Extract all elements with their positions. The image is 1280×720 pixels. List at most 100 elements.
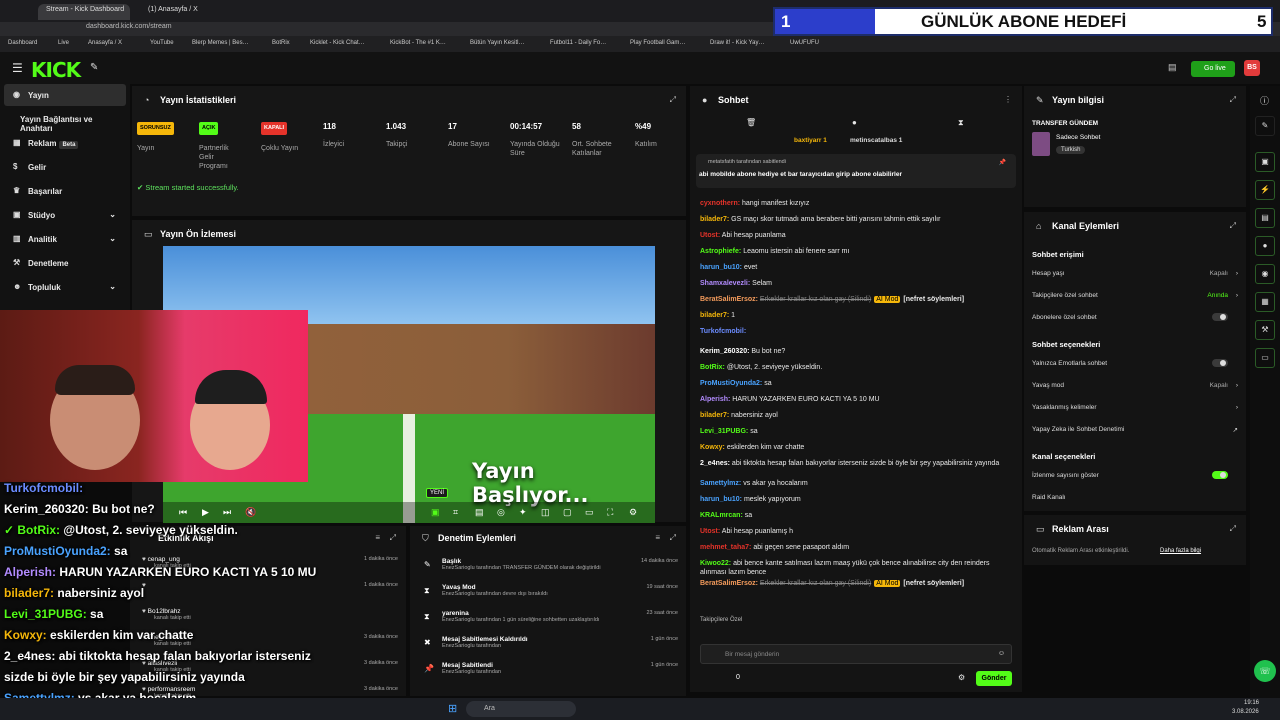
chat-username[interactable]: BeratSalimErsoz: — [700, 296, 758, 303]
chat-message[interactable]: bilader7: GS maçı skor tutmadı ama berab… — [700, 215, 1016, 224]
chat-username[interactable]: bilader7: — [700, 312, 729, 319]
toggle-switch[interactable] — [1212, 471, 1228, 479]
rail-button-8[interactable]: ▭ — [1255, 348, 1275, 368]
expand-icon[interactable]: ⤢ — [1230, 95, 1236, 105]
tab-x-home[interactable]: (1) Anasayfa / X — [140, 4, 230, 20]
sidebar-item-achievements[interactable]: ♛ Başarılar — [4, 180, 126, 202]
more-icon[interactable]: ⋮ — [1004, 95, 1012, 104]
chat-username[interactable]: Kowxy: — [700, 444, 725, 451]
screenshot-icon[interactable]: ▢ — [563, 507, 572, 518]
bookmark-item[interactable]: Bütün Yayın Kesitl… — [470, 40, 524, 46]
chat-message[interactable]: cyxnothern: hangi manifest kızıyız — [700, 199, 1016, 208]
bookmark-item[interactable]: Kicklet - Kick Chat… — [310, 40, 365, 46]
tab-kick-dashboard[interactable]: Stream - Kick Dashboard — [38, 4, 130, 20]
toggle-switch[interactable] — [1212, 359, 1228, 367]
fullscreen-icon[interactable]: ⛶ — [607, 507, 613, 518]
sidebar-item-community[interactable]: ☻ Topluluk ⌄ — [4, 276, 126, 298]
pin-icon[interactable]: ✎ — [90, 62, 98, 73]
setting-row[interactable]: Raid Kanalı — [1032, 494, 1238, 501]
chat-username[interactable]: ProMustiOyunda2: — [700, 380, 762, 387]
sparkle-icon[interactable]: ✦ — [519, 507, 527, 518]
chat-username[interactable]: Alperish: — [700, 396, 730, 403]
chat-message[interactable]: Levi_31PUBG: sa — [700, 427, 1016, 436]
chat-message[interactable]: Astrophiefe: Leaomu istersin abi fenere … — [700, 247, 1016, 256]
kick-logo[interactable]: KICK — [31, 58, 81, 82]
send-button[interactable]: Gönder — [976, 671, 1012, 686]
bookmark-item[interactable]: Futbol11 - Daily Fo… — [550, 40, 606, 46]
taskbar-search[interactable]: Ara — [466, 701, 576, 717]
sidebar-item-stream-key[interactable]: Yayın Bağlantısı ve Anahtarı — [4, 108, 126, 133]
crop-icon[interactable]: ⌗ — [453, 507, 458, 518]
avatar[interactable]: BS — [1244, 60, 1260, 76]
chat-message[interactable]: KRALmrcan: sa — [700, 511, 1016, 520]
chat-message[interactable]: BeratSalimErsoz: Erkekler krallar kız ol… — [700, 579, 1016, 588]
sidebar-item-studio[interactable]: ▣ Stüdyo ⌄ — [4, 204, 126, 226]
sidebar-item-moderation[interactable]: ⚒ Denetleme — [4, 252, 126, 274]
clip-icon[interactable]: ▣ — [431, 507, 440, 518]
trash-icon[interactable]: 🗑 — [746, 118, 756, 127]
filter-icon[interactable]: ≡ — [655, 533, 660, 542]
chat-message[interactable]: bilader7: nabersiniz ayol — [700, 411, 1016, 420]
external-link-icon[interactable]: ↗ — [1233, 426, 1238, 434]
rail-button-7[interactable]: ⚒ — [1255, 320, 1275, 340]
expand-icon[interactable]: ⤢ — [1230, 221, 1236, 231]
bookmark-item[interactable]: Blerp Memes | Bes… — [192, 40, 249, 46]
chat-message[interactable]: BotRix: @Utost, 2. seviyeye yükseldin. — [700, 363, 1016, 372]
learn-more-link[interactable]: Daha fazla bilgi — [1160, 548, 1201, 554]
setting-row[interactable]: Abonelere özel sohbet — [1032, 313, 1238, 321]
chat-username[interactable]: Levi_31PUBG: — [700, 428, 748, 435]
chat-username[interactable]: bilader7: — [700, 216, 729, 223]
expand-icon[interactable]: ⤢ — [390, 533, 396, 543]
chat-message[interactable]: Alperish: HARUN YAZARKEN EURO KACTI YA 5… — [700, 395, 1016, 404]
chat-username[interactable]: Utost: — [700, 528, 720, 535]
chat-message[interactable]: BeratSalimErsoz: Erkekler krallar kız ol… — [700, 295, 1016, 304]
chat-message[interactable]: harun_bu10: meslek yapıyorum — [700, 495, 1016, 504]
settings-icon[interactable]: ⚙ — [629, 507, 637, 518]
rail-button-6[interactable]: ▦ — [1255, 292, 1275, 312]
rail-button-3[interactable]: ▤ — [1255, 208, 1275, 228]
chat-username[interactable]: Turkofcmobil: — [700, 328, 746, 335]
setting-row[interactable]: Takipçilere özel sohbet Anında › — [1032, 292, 1238, 299]
gear-icon[interactable]: ⚙ — [958, 673, 965, 682]
sidebar-item-ads[interactable]: ▦ Reklam Beta — [4, 132, 126, 154]
bookmark-item[interactable]: Play Football Gam… — [630, 40, 685, 46]
chat-username[interactable]: Kerim_260320: — [700, 348, 749, 355]
timer-icon[interactable]: ⧗ — [958, 118, 964, 128]
chat-username[interactable]: cyxnothern: — [700, 200, 740, 207]
chat-message[interactable]: Kerim_260320: Bu bot ne? — [700, 347, 1016, 356]
chat-username[interactable]: KRALmrcan: — [700, 512, 743, 519]
chat-message[interactable]: 2_e4nes: abi tiktokta hesap falan bakıyo… — [700, 459, 1016, 468]
pinned-message[interactable]: metatsfatih tarafından sabitlendi abi mo… — [696, 154, 1016, 188]
setting-row[interactable]: Hesap yaşı Kapalı › — [1032, 270, 1238, 277]
chat-username[interactable]: Shamxalevezli: — [700, 280, 750, 287]
bookmark-item[interactable]: BotRix — [272, 40, 290, 46]
keyboard-icon[interactable]: ▤ — [1168, 62, 1177, 73]
theater-icon[interactable]: ▭ — [585, 507, 594, 518]
chat-message[interactable]: Turkofcmobil: — [700, 327, 1016, 336]
chat-message[interactable]: Shamxalevezli: Selam — [700, 279, 1016, 288]
setting-row[interactable]: Yasaklanmış kelimeler › — [1032, 404, 1238, 411]
chat-message[interactable]: Utost: Abi hesap puanlamış h — [700, 527, 1016, 536]
chat-username[interactable]: harun_bu10: — [700, 264, 742, 271]
expand-icon[interactable]: ⤢ — [670, 533, 676, 543]
bookmark-item[interactable]: UwUFUFU — [790, 40, 819, 46]
bookmark-item[interactable]: KickBot - The #1 K… — [390, 40, 446, 46]
chat-username[interactable]: mehmet_taha7: — [700, 544, 751, 551]
bookmark-item[interactable]: Draw it! - Kick Yay… — [710, 40, 764, 46]
windows-start-icon[interactable]: ⊞ — [448, 702, 457, 715]
menu-icon[interactable]: ☰ — [12, 61, 23, 75]
chat-bubble-icon[interactable]: ● — [852, 118, 857, 127]
emoji-icon[interactable]: ☺ — [998, 650, 1005, 657]
chat-username[interactable]: Astrophiefe: — [700, 248, 741, 255]
chat-username[interactable]: 2_e4nes: — [700, 460, 730, 467]
chat-message[interactable]: bilader7: 1 — [700, 311, 1016, 320]
sidebar-item-revenue[interactable]: $ Gelir — [4, 156, 126, 178]
expand-icon[interactable]: ⤢ — [1230, 524, 1236, 534]
rail-button-1[interactable]: ▣ — [1255, 152, 1275, 172]
help-chat-icon[interactable]: ☏ — [1254, 660, 1276, 682]
setting-row[interactable]: Yapay Zeka ile Sohbet Denetimi ↗ — [1032, 426, 1238, 434]
filter-icon[interactable]: ≡ — [375, 533, 380, 542]
chat-message[interactable]: ProMustiOyunda2: sa — [700, 379, 1016, 388]
record-icon[interactable]: ◎ — [497, 507, 505, 518]
bookmark-item[interactable]: YouTube — [150, 40, 174, 46]
